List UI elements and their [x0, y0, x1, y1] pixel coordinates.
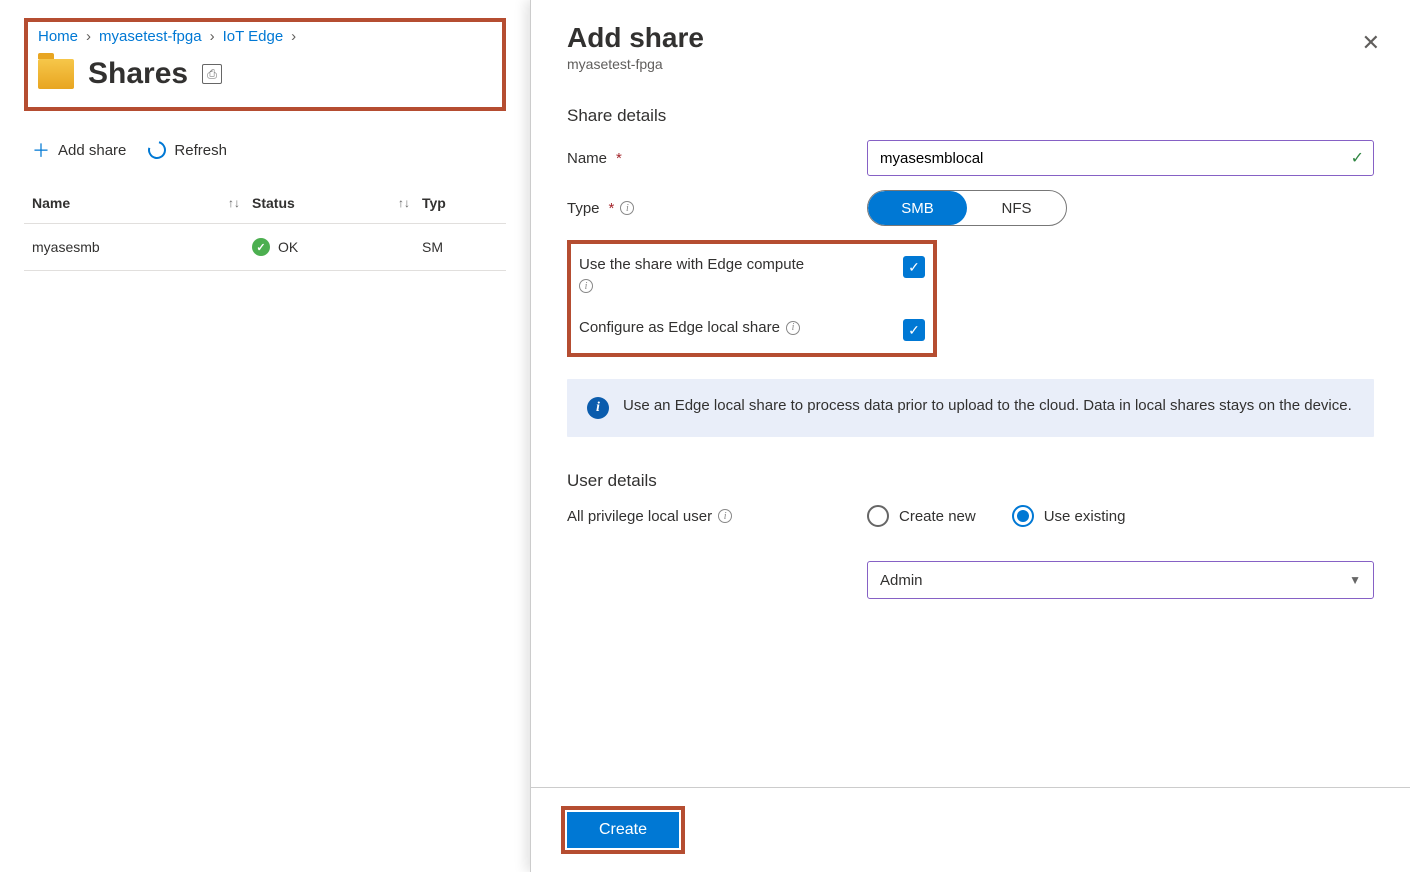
chevron-right-icon: › [291, 28, 296, 45]
close-icon[interactable]: ✕ [1362, 30, 1380, 56]
col-header-status[interactable]: Status ↑↓ [252, 195, 422, 211]
checkbox-config-local[interactable]: ✓ [903, 319, 925, 341]
info-icon[interactable]: i [620, 201, 634, 215]
chevron-right-icon: › [210, 28, 215, 45]
shares-table: Name ↑↓ Status ↑↓ Typ myasesmb ✓ OK SM [24, 183, 506, 271]
type-smb[interactable]: SMB [868, 191, 967, 225]
refresh-button[interactable]: Refresh [148, 137, 227, 163]
toolbar: ＋ Add share Refresh [24, 125, 506, 175]
info-icon[interactable]: i [579, 279, 593, 293]
info-icon[interactable]: i [718, 509, 732, 523]
folder-icon [38, 59, 74, 89]
panel-title: Add share [567, 22, 1374, 54]
table-row[interactable]: myasesmb ✓ OK SM [24, 224, 506, 271]
breadcrumb-device[interactable]: myasetest-fpga [99, 28, 202, 45]
cell-name: myasesmb [32, 239, 252, 255]
check-icon: ✓ [1351, 148, 1364, 168]
cell-type: SM [422, 239, 498, 255]
breadcrumb: Home › myasetest-fpga › IoT Edge › [38, 28, 492, 45]
radio-create-new[interactable] [867, 505, 889, 527]
radio-use-existing[interactable] [1012, 505, 1034, 527]
cell-status: OK [278, 239, 298, 255]
name-input[interactable] [867, 140, 1374, 176]
info-text: Use an Edge local share to process data … [623, 397, 1352, 419]
label-local-user: All privilege local user i [567, 508, 867, 525]
radio-create-label: Create new [899, 508, 976, 525]
add-share-panel: ✕ Add share myasetest-fpga Share details… [530, 0, 1410, 872]
type-toggle: SMB NFS [867, 190, 1067, 226]
section-user-details: User details [567, 471, 1374, 491]
col-header-type[interactable]: Typ [422, 195, 498, 211]
sort-icon: ↑↓ [228, 196, 252, 210]
chevron-down-icon: ▼ [1349, 573, 1361, 587]
label-use-edge: Use the share with Edge compute [579, 256, 804, 273]
checkbox-use-edge[interactable]: ✓ [903, 256, 925, 278]
refresh-label: Refresh [174, 142, 227, 159]
info-icon[interactable]: i [786, 321, 800, 335]
info-banner: i Use an Edge local share to process dat… [567, 379, 1374, 437]
ok-icon: ✓ [252, 238, 270, 256]
label-name: Name* [567, 150, 867, 167]
pin-icon[interactable]: ⎙ [202, 64, 222, 84]
user-select-value: Admin [880, 572, 923, 589]
type-nfs[interactable]: NFS [967, 191, 1066, 225]
label-config-local: Configure as Edge local share [579, 319, 780, 336]
col-header-name[interactable]: Name ↑↓ [32, 195, 252, 211]
page-title: Shares [88, 57, 188, 91]
info-badge-icon: i [587, 397, 609, 419]
section-share-details: Share details [567, 106, 1374, 126]
header-highlight-box: Home › myasetest-fpga › IoT Edge › Share… [24, 18, 506, 111]
add-share-button[interactable]: ＋ Add share [32, 137, 126, 163]
chevron-right-icon: › [86, 28, 91, 45]
breadcrumb-home[interactable]: Home [38, 28, 78, 45]
plus-icon: ＋ [32, 137, 50, 163]
sort-icon: ↑↓ [398, 196, 422, 210]
edge-options-highlight: Use the share with Edge compute i ✓ Conf… [567, 240, 937, 357]
refresh-icon [145, 138, 170, 163]
create-highlight-box: Create [561, 806, 685, 854]
breadcrumb-iot-edge[interactable]: IoT Edge [223, 28, 284, 45]
user-select[interactable]: Admin ▼ [867, 561, 1374, 599]
add-share-label: Add share [58, 142, 126, 159]
panel-subtitle: myasetest-fpga [567, 56, 1374, 72]
radio-existing-label: Use existing [1044, 508, 1126, 525]
label-type: Type* i [567, 200, 867, 217]
create-button[interactable]: Create [567, 812, 679, 848]
